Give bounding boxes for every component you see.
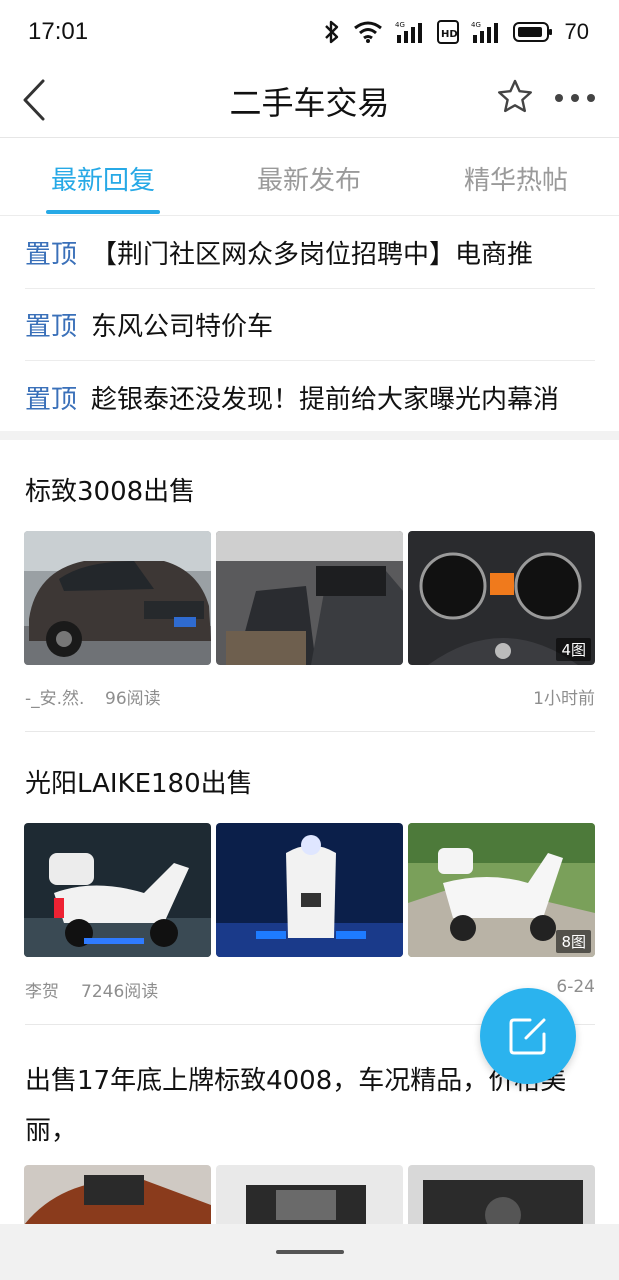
pinned-tag: 置顶 bbox=[25, 240, 78, 270]
car-interior-photo[interactable] bbox=[216, 1165, 403, 1224]
pinned-title: 【荆门社区网众多岗位招聘中】电商推 bbox=[91, 240, 534, 270]
post-title[interactable]: 光阳LAIKE180出售 bbox=[25, 762, 595, 806]
hd-icon: HD bbox=[436, 18, 459, 46]
post-time: 6-24 bbox=[556, 977, 595, 997]
active-tab-indicator bbox=[46, 210, 160, 214]
car-dashboard-photo[interactable]: 4图 bbox=[408, 531, 595, 665]
post-reads: 7246阅读 bbox=[81, 982, 159, 1002]
car-photo[interactable] bbox=[24, 1165, 211, 1224]
scooter-photo[interactable] bbox=[24, 823, 211, 957]
pinned-item[interactable]: 置顶 趁银泰还没发现！提前给大家曝光内幕消 bbox=[25, 361, 595, 433]
svg-text:HD: HD bbox=[441, 29, 458, 40]
pinned-title: 东风公司特价车 bbox=[91, 312, 274, 342]
bluetooth-icon bbox=[323, 18, 341, 46]
tab-latest-post[interactable]: 最新发布 bbox=[219, 160, 399, 197]
post-images[interactable]: 8图 bbox=[24, 823, 595, 957]
car-dashboard-photo[interactable] bbox=[408, 1165, 595, 1224]
post-title[interactable]: 标致3008出售 bbox=[25, 470, 595, 514]
wifi-icon bbox=[353, 18, 383, 46]
star-icon bbox=[498, 79, 532, 113]
app-screen: 17:01 4G HD 4G 70 二手车交易 最新回复 最新发布 精华热帖 置… bbox=[0, 0, 619, 1280]
nav-header: 二手车交易 bbox=[0, 64, 619, 138]
post-images[interactable]: 4图 bbox=[24, 531, 595, 665]
more-dots-icon bbox=[555, 94, 595, 102]
image-count-badge: 4图 bbox=[556, 638, 591, 661]
post-author[interactable]: 李贺 bbox=[25, 977, 59, 1002]
car-exterior-photo[interactable] bbox=[24, 531, 211, 665]
signal-4g-icon: 4G bbox=[395, 18, 425, 46]
post-meta: -_安.然. 96阅读 1小时前 bbox=[25, 684, 595, 709]
signal-4g-icon: 4G bbox=[471, 18, 501, 46]
tab-featured[interactable]: 精华热帖 bbox=[426, 160, 606, 197]
post-reads: 96阅读 bbox=[105, 689, 161, 709]
status-bar: 17:01 4G HD 4G 70 bbox=[0, 0, 619, 64]
svg-text:4G: 4G bbox=[471, 21, 481, 29]
pinned-tag: 置顶 bbox=[25, 312, 78, 342]
home-indicator[interactable] bbox=[276, 1250, 344, 1254]
pinned-item[interactable]: 置顶 【荆门社区网众多岗位招聘中】电商推 bbox=[25, 217, 595, 289]
status-icons: 4G HD 4G 70 bbox=[323, 16, 589, 48]
scooter-side-photo[interactable]: 8图 bbox=[408, 823, 595, 957]
car-interior-photo[interactable] bbox=[216, 531, 403, 665]
section-divider bbox=[0, 431, 619, 440]
status-time: 17:01 bbox=[28, 18, 89, 45]
tab-latest-reply[interactable]: 最新回复 bbox=[13, 160, 193, 197]
post-author[interactable]: -_安.然. bbox=[25, 684, 84, 709]
more-button[interactable] bbox=[552, 80, 598, 116]
favorite-button[interactable] bbox=[494, 76, 536, 118]
tab-bar: 最新回复 最新发布 精华热帖 bbox=[0, 138, 619, 216]
scooter-front-photo[interactable] bbox=[216, 823, 403, 957]
system-nav-bar bbox=[0, 1224, 619, 1280]
battery-level: 70 bbox=[564, 19, 589, 44]
post-images[interactable] bbox=[24, 1165, 595, 1224]
pinned-title: 趁银泰还没发现！提前给大家曝光内幕消 bbox=[91, 384, 560, 415]
post-time: 1小时前 bbox=[533, 689, 595, 709]
pinned-item[interactable]: 置顶 东风公司特价车 bbox=[25, 289, 595, 361]
compose-button[interactable] bbox=[480, 988, 576, 1084]
svg-text:4G: 4G bbox=[395, 21, 405, 29]
compose-icon bbox=[509, 1018, 546, 1055]
pinned-tag: 置顶 bbox=[25, 384, 78, 415]
post-divider bbox=[25, 731, 595, 732]
battery-icon bbox=[512, 18, 553, 46]
pinned-list: 置顶 【荆门社区网众多岗位招聘中】电商推 置顶 东风公司特价车 置顶 趁银泰还没… bbox=[0, 217, 619, 431]
image-count-badge: 8图 bbox=[556, 930, 591, 953]
